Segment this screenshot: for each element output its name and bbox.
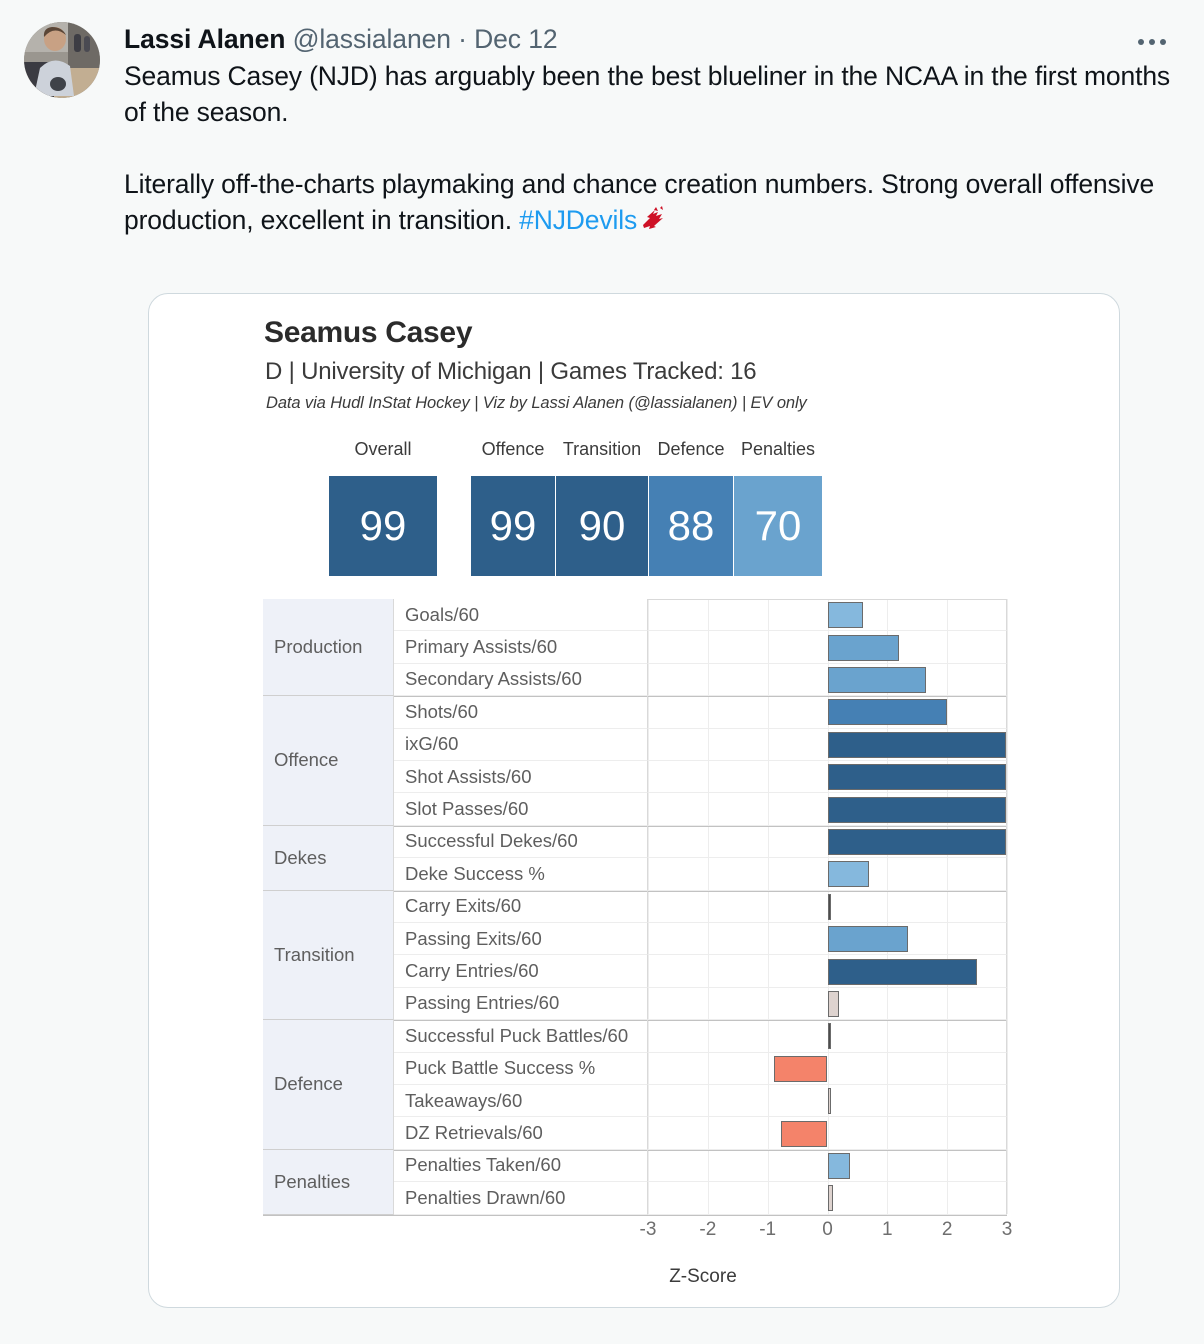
metric-label: Puck Battle Success % [394, 1052, 648, 1085]
meta-separator: · [458, 24, 467, 54]
dot-1 [1138, 39, 1144, 45]
x-axis-title: Z-Score [669, 1266, 737, 1287]
tweet-date[interactable]: Dec 12 [474, 24, 557, 54]
tweet-paragraph-1: Seamus Casey (NJD) has arguably been the… [124, 61, 1178, 127]
handle[interactable]: @lassialanen [293, 24, 451, 54]
metric-label: Passing Entries/60 [394, 987, 648, 1021]
metric-label: Penalties Taken/60 [394, 1149, 648, 1183]
score-label-penalties: Penalties [740, 439, 816, 459]
bar-carry-exits-60 [827, 893, 831, 920]
x-axis-tick-labels: -3 -2 -1 0 1 2 3 [263, 1219, 1013, 1245]
metric-label: Goals/60 [394, 599, 648, 632]
metric-bar-cell [648, 1117, 1007, 1150]
hashtag-njdevils[interactable]: #NJDevils [519, 205, 637, 235]
bar-slot-passes-60 [827, 796, 1006, 823]
x-tick--2: -2 [699, 1219, 717, 1240]
metric-label: Penalties Drawn/60 [394, 1182, 648, 1215]
metric-label: Shot Assists/60 [394, 761, 648, 794]
metric-label: Successful Dekes/60 [394, 825, 648, 859]
group-separator [263, 1214, 1007, 1216]
score-value-overall: 99 [329, 476, 437, 576]
dot-3 [1160, 39, 1166, 45]
avatar[interactable] [24, 22, 100, 98]
x-tick-0: 0 [822, 1219, 833, 1240]
x-tick-2: 2 [941, 1219, 953, 1240]
name-line: Lassi Alanen @lassialanen · Dec 12 [124, 22, 1180, 56]
score-label-defence: Defence [657, 439, 725, 459]
bar-penalties-taken-60 [827, 1153, 850, 1179]
metric-label: Carry Exits/60 [394, 890, 648, 923]
category-dekes: Dekes [263, 825, 394, 891]
viz-credit: Data via Hudl InStat Hockey | Viz by Las… [266, 394, 807, 412]
score-value-defence: 88 [649, 476, 733, 576]
bar-shot-assists-60 [827, 764, 1006, 791]
metric-label: Deke Success % [394, 858, 648, 891]
category-defence: Defence [263, 1020, 394, 1150]
metric-label: Secondary Assists/60 [394, 663, 648, 697]
tweet-body: Seamus Casey (NJD) has arguably been the… [124, 58, 1180, 238]
avatar-photo [24, 22, 100, 98]
nj-devils-logo-icon [639, 205, 667, 233]
bar-successful-puck-battles-60 [827, 1023, 831, 1050]
viz-player-details: D | University of Michigan | Games Track… [265, 358, 757, 385]
category-transition: Transition [263, 890, 394, 1021]
tweet-card: Lassi Alanen @lassialanen · Dec 12 Seamu… [0, 0, 1204, 1344]
score-value-offence: 99 [471, 476, 555, 576]
score-label-offence: Offence [481, 439, 545, 459]
metric-label: DZ Retrievals/60 [394, 1117, 648, 1150]
metric-label: Successful Puck Battles/60 [394, 1020, 648, 1053]
tweet-header: Lassi Alanen @lassialanen · Dec 12 Seamu… [24, 22, 1180, 238]
metric-label: ixG/60 [394, 728, 648, 761]
metric-bar-cell [648, 1052, 1007, 1085]
bar-carry-entries-60 [827, 958, 978, 985]
bar-secondary-assists-60 [827, 667, 927, 693]
metric-label: Slot Passes/60 [394, 793, 648, 826]
score-value-penalties: 70 [734, 476, 822, 576]
bar-penalties-drawn-60 [827, 1185, 834, 1212]
x-tick-3: 3 [1001, 1219, 1013, 1240]
tweet-meta: Lassi Alanen @lassialanen · Dec 12 Seamu… [100, 22, 1180, 238]
x-tick--3: -3 [639, 1219, 657, 1240]
bar-goals-60 [827, 602, 864, 629]
category-offence: Offence [263, 696, 394, 826]
bar-shots-60 [827, 699, 948, 726]
bar-passing-entries-60 [827, 991, 840, 1017]
category-penalties: Penalties [263, 1149, 394, 1215]
gridline-3 [1007, 599, 1008, 1214]
category-production: Production [263, 599, 394, 697]
bar-successful-dekes-60 [827, 829, 1006, 855]
metric-label: Passing Exits/60 [394, 923, 648, 956]
score-label-row: Overall Offence Transition Defence Penalties [149, 439, 1119, 463]
metric-label: Carry Entries/60 [394, 955, 648, 988]
more-options-icon[interactable] [1130, 30, 1174, 54]
score-label-overall: Overall [354, 439, 412, 459]
x-tick--1: -1 [759, 1219, 777, 1240]
bar-puck-battle-success [773, 1055, 828, 1082]
player-card-visualization: Seamus Casey D | University of Michigan … [149, 294, 1119, 1307]
bar-deke-success [827, 861, 870, 888]
x-tick-1: 1 [882, 1219, 893, 1240]
embedded-chart-card[interactable]: Seamus Casey D | University of Michigan … [148, 293, 1120, 1308]
viz-player-name: Seamus Casey [264, 316, 473, 349]
score-value-transition: 90 [556, 476, 648, 576]
display-name[interactable]: Lassi Alanen [124, 24, 285, 54]
bar-takeaways-60 [827, 1088, 831, 1115]
metric-label: Takeaways/60 [394, 1085, 648, 1118]
bar-passing-exits-60 [827, 926, 909, 953]
score-box-row: 99 99 90 88 70 [149, 476, 1119, 576]
bar-ixg-60 [827, 731, 1006, 758]
bar-dz-retrievals-60 [780, 1120, 828, 1147]
dot-2 [1149, 39, 1155, 45]
metrics-grid: Production Goals/60 Primary Assists/60 Seco… [263, 599, 1008, 1216]
bar-primary-assists-60 [827, 634, 900, 661]
score-label-transition: Transition [562, 439, 642, 459]
metric-label: Primary Assists/60 [394, 631, 648, 664]
metric-label: Shots/60 [394, 696, 648, 729]
